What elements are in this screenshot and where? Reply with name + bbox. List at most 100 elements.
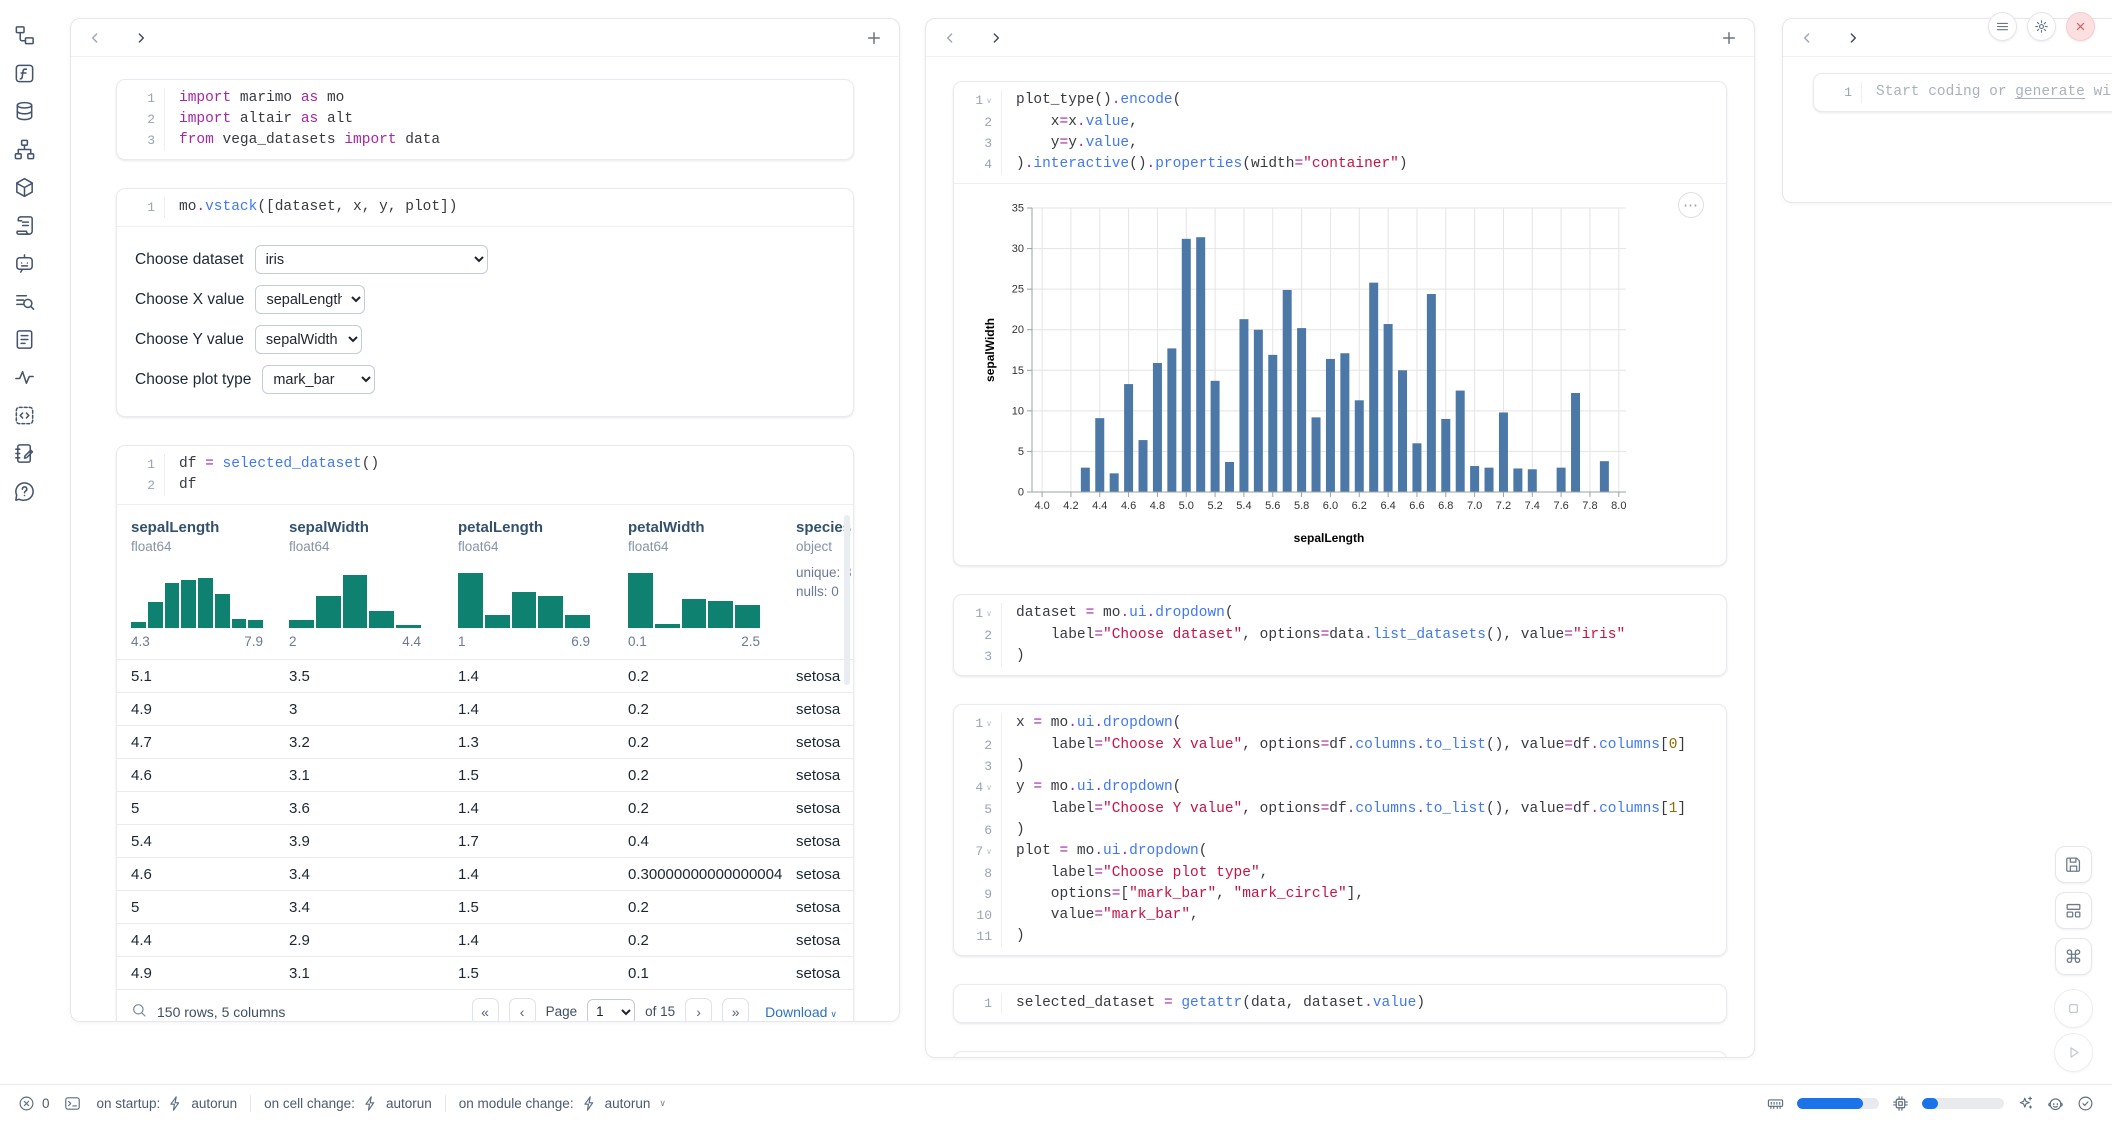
sparkles-icon[interactable] [2017,1095,2034,1112]
chevron-down-icon: ∨ [830,1009,837,1019]
vstack-code[interactable]: 1mo.vstack([dataset, x, y, plot]) [117,189,853,226]
connection-status-icon[interactable] [2077,1095,2094,1112]
left-panel-header [71,19,899,57]
on-cell-change-toggle[interactable]: on cell change: autorun [264,1095,432,1112]
df-code[interactable]: 1df = selected_dataset()2df [117,446,853,504]
layout-button[interactable] [2055,892,2092,929]
search-icon[interactable] [131,1002,147,1021]
plot-type-select[interactable]: mark_bar [262,365,375,394]
close-button[interactable] [2066,12,2095,41]
cpu-fill [1922,1098,1938,1109]
add-cell-icon[interactable] [865,29,883,47]
assistant-icon[interactable] [2047,1095,2064,1112]
error-indicator[interactable]: 0 [18,1095,50,1112]
lightning-icon [362,1095,379,1112]
outline-icon[interactable] [13,290,36,313]
panel-forward-icon[interactable] [133,30,149,46]
xyplot-code[interactable]: 1∨x = mo.ui.dropdown(2 label="Choose X v… [954,705,1726,955]
tracing-icon[interactable] [13,366,36,389]
y-select[interactable]: sepalWidth [255,325,362,354]
dependencies-icon[interactable] [13,138,36,161]
close-icon [2073,19,2088,34]
plot-code[interactable]: 1∨plot_type().encode(2 x=x.value,3 y=y.v… [954,82,1726,183]
dataset-code[interactable]: 1∨dataset = mo.ui.dropdown(2 label="Choo… [954,595,1726,675]
dataset-dropdown-cell[interactable]: 1∨dataset = mo.ui.dropdown(2 label="Choo… [953,594,1727,676]
x-select[interactable]: sepalLength [255,285,365,314]
plot-type-cell[interactable]: 1plot_type = getattr(alt.Chart(df), plot… [953,1051,1727,1058]
scratchpad-icon[interactable] [13,442,36,465]
generate-link[interactable]: generate [2015,84,2085,100]
help-icon[interactable] [13,480,36,503]
chart-options-button[interactable]: ⋯ [1678,192,1704,218]
dataframe-cell[interactable]: 1df = selected_dataset()2df sepalLengthf… [116,445,854,1022]
functions-icon[interactable] [13,62,36,85]
stop-button[interactable] [2054,989,2093,1028]
panel-back-icon[interactable] [87,30,103,46]
page-select[interactable]: 1 [587,999,635,1023]
table-body: 5.13.51.40.2setosa4.931.40.2setosa4.73.2… [117,659,853,989]
packages-icon[interactable] [13,176,36,199]
next-page-button[interactable]: › [685,998,712,1022]
column-header[interactable]: sepalLengthfloat644.37.9 [131,519,289,649]
panel-back-icon[interactable] [942,30,958,46]
file-explorer-icon[interactable] [13,24,36,47]
svg-text:6.8: 6.8 [1438,500,1453,512]
on-cell-change-label: on cell change: [264,1096,355,1111]
svg-text:10: 10 [1012,405,1024,417]
xyplot-dropdown-cell[interactable]: 1∨x = mo.ui.dropdown(2 label="Choose X v… [953,704,1727,956]
terminal-button[interactable] [64,1095,81,1112]
ai-chat-icon[interactable] [13,252,36,275]
column-header[interactable]: petalLengthfloat6416.9 [458,519,628,649]
panel-back-icon[interactable] [1799,30,1815,46]
first-page-button[interactable]: « [472,998,499,1022]
column-header[interactable]: sepalWidthfloat6424.4 [289,519,458,649]
prev-page-button[interactable]: ‹ [509,998,536,1022]
line-number: 1 [1814,82,1862,103]
table-scrollbar[interactable] [844,515,850,685]
selected-dataset-cell[interactable]: 1selected_dataset = getattr(data, datase… [953,984,1727,1023]
logs-icon[interactable] [13,214,36,237]
shortcuts-button[interactable]: ⌘ [2055,938,2092,975]
code-placeholder[interactable]: Start coding or generate with AI [1862,82,2112,103]
table-row: 53.61.40.2setosa [117,791,853,824]
bar-chart[interactable]: 4.04.24.44.64.85.05.25.45.65.86.06.26.46… [982,194,1656,548]
add-cell-icon[interactable] [1720,29,1738,47]
svg-text:8.0: 8.0 [1611,500,1626,512]
table-summary: 150 rows, 5 columns [157,1004,285,1020]
svg-text:35: 35 [1012,203,1024,215]
plot-type-code[interactable]: 1plot_type = getattr(alt.Chart(df), plot… [954,1052,1726,1058]
x-label: Choose X value [135,291,244,309]
empty-code-cell[interactable]: 1 Start coding or generate with AI [1813,73,2112,112]
column-header[interactable]: petalWidthfloat640.12.5 [628,519,796,649]
imports-code[interactable]: 1import marimo as mo2import altair as al… [117,80,853,159]
table-footer: 150 rows, 5 columns « ‹ Page 1 of 15 › »… [117,989,853,1022]
panel-forward-icon[interactable] [1845,30,1861,46]
cpu-meter [1922,1098,2004,1109]
selected-dataset-code[interactable]: 1selected_dataset = getattr(data, datase… [954,985,1726,1022]
dataset-select[interactable]: iris [255,245,488,274]
documentation-icon[interactable] [13,328,36,351]
svg-text:30: 30 [1012,243,1024,255]
download-link[interactable]: Download∨ [765,1004,837,1020]
status-bar: 0 on startup: autorun on cell change: au… [0,1084,2112,1122]
last-page-button[interactable]: » [722,998,749,1022]
snippets-icon[interactable] [13,404,36,427]
table-row: 4.73.21.30.2setosa [117,725,853,758]
panel-forward-icon[interactable] [988,30,1004,46]
menu-button[interactable] [1988,12,2017,41]
run-button[interactable] [2054,1033,2093,1072]
on-startup-toggle[interactable]: on startup: autorun [97,1095,238,1112]
error-circle-icon [18,1095,35,1112]
imports-cell[interactable]: 1import marimo as mo2import altair as al… [116,79,854,160]
on-module-change-value: autorun [605,1096,651,1111]
save-button[interactable] [2055,846,2092,883]
settings-button[interactable] [2027,12,2056,41]
datasources-icon[interactable] [13,100,36,123]
plot-cell[interactable]: 1∨plot_type().encode(2 x=x.value,3 y=y.v… [953,81,1727,566]
vstack-cell[interactable]: 1mo.vstack([dataset, x, y, plot]) Choose… [116,188,854,417]
chevron-down-icon: ∨ [659,1098,666,1109]
svg-text:7.8: 7.8 [1582,500,1597,512]
lightning-icon [581,1095,598,1112]
on-module-change-toggle[interactable]: on module change: autorun ∨ [459,1095,666,1112]
on-module-change-label: on module change: [459,1096,574,1111]
